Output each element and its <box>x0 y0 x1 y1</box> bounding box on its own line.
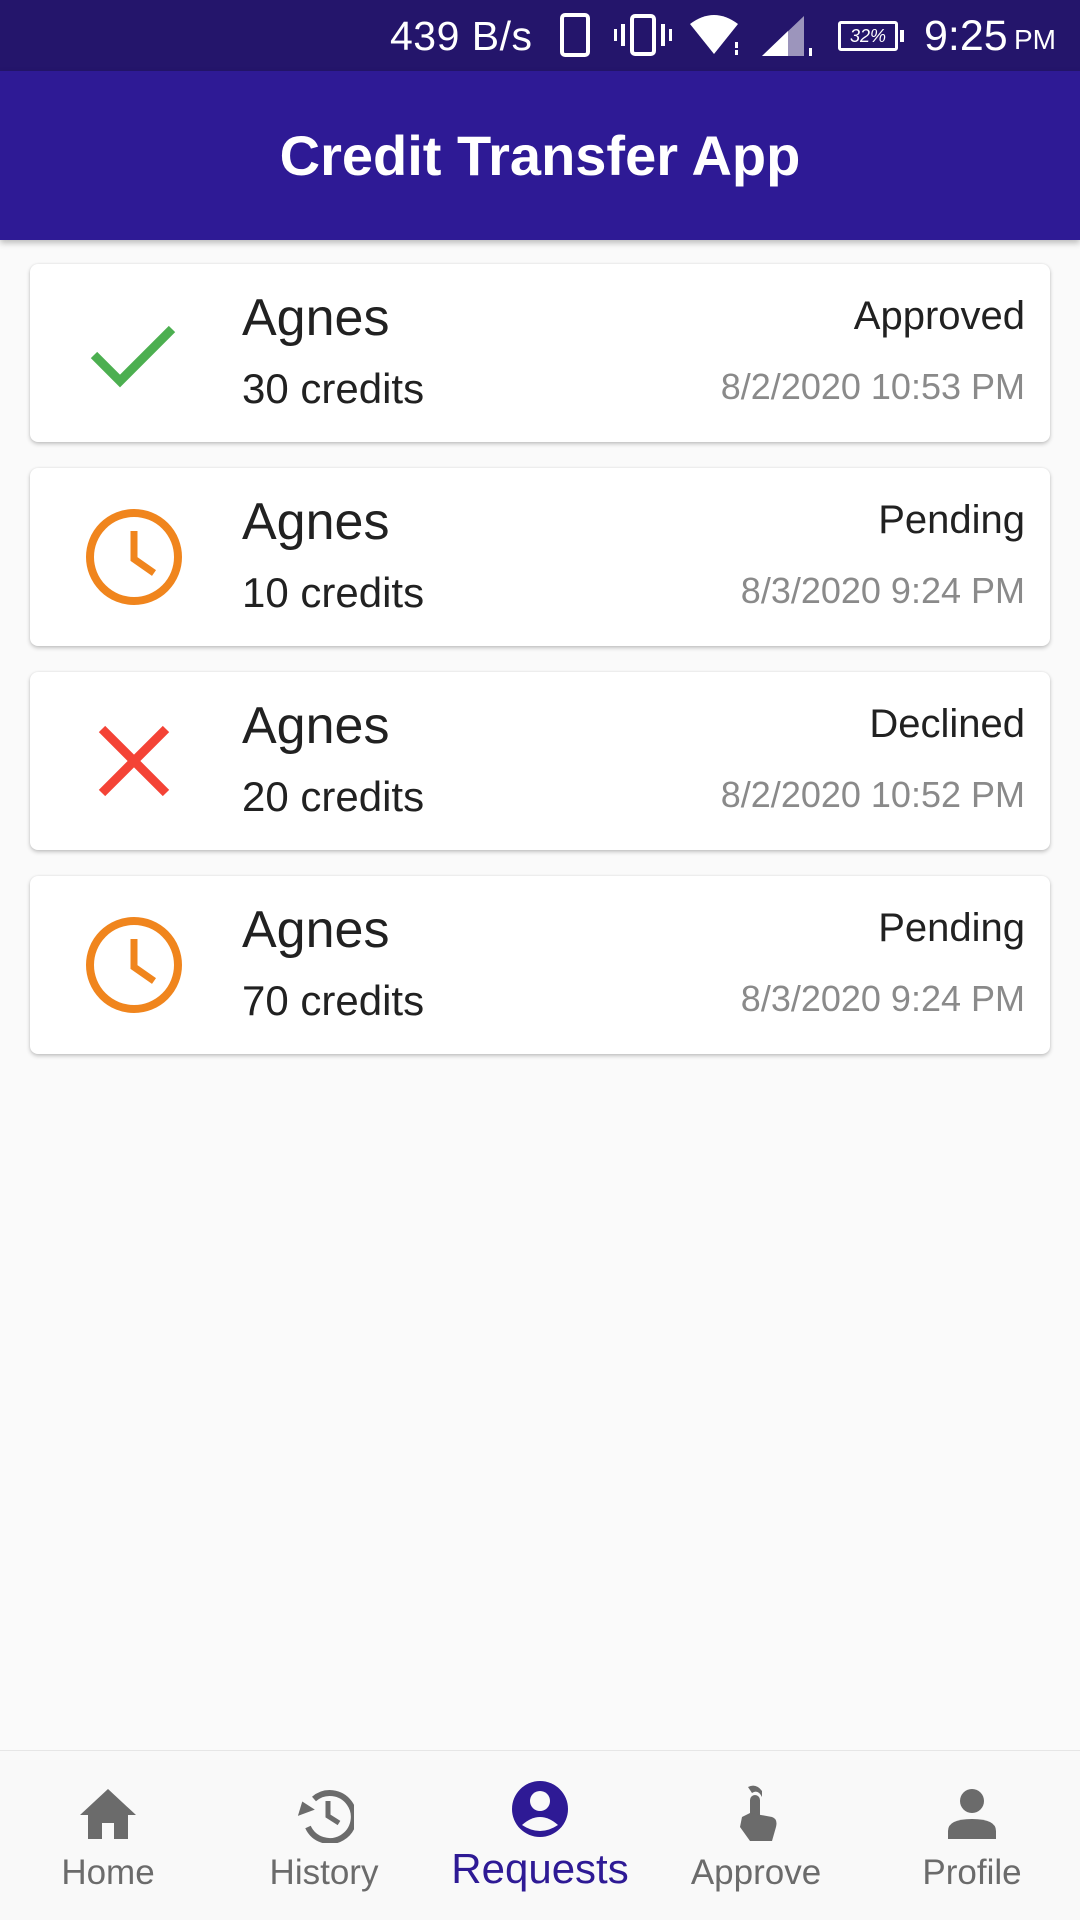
request-date: 8/2/2020 10:53 PM <box>720 366 1025 407</box>
vibrate-icon <box>614 14 672 56</box>
wifi-icon <box>690 15 738 55</box>
clock-icon <box>86 917 182 1013</box>
status-bar: 439 B/s 32% 9:25 PM <box>0 0 1080 71</box>
signal-icon <box>762 16 812 56</box>
request-date: 8/2/2020 10:52 PM <box>720 774 1025 815</box>
request-name: Agnes <box>242 901 390 959</box>
battery-indicator: 32% <box>838 21 904 51</box>
touch-icon <box>740 1785 777 1841</box>
request-card[interactable]: Agnes 20 credits Declined 8/2/2020 10:52… <box>30 672 1050 850</box>
check-icon <box>90 325 176 388</box>
request-card[interactable]: Agnes 10 credits Pending 8/3/2020 9:24 P… <box>30 468 1050 646</box>
request-credits: 70 credits <box>242 977 425 1024</box>
nav-label: Approve <box>690 1853 822 1892</box>
nav-label: Home <box>61 1853 155 1892</box>
request-status: Pending <box>878 498 1025 542</box>
request-name: Agnes <box>242 493 390 551</box>
request-status: Approved <box>853 294 1025 338</box>
nav-profile[interactable]: Profile <box>864 1751 1080 1920</box>
request-credits: 10 credits <box>242 569 425 616</box>
clock-icon <box>86 509 182 605</box>
request-card[interactable]: Agnes 30 credits Approved 8/2/2020 10:53… <box>30 264 1050 442</box>
person-icon <box>948 1789 996 1839</box>
nav-label: Requests <box>451 1845 629 1892</box>
request-list: Agnes 30 credits Approved 8/2/2020 10:53… <box>30 264 1050 1080</box>
clock-time: 9:25 <box>924 12 1008 60</box>
account-circle-icon <box>512 1781 568 1837</box>
nav-history[interactable]: History <box>216 1751 432 1920</box>
phone-icon <box>560 13 590 57</box>
app-bar: Credit Transfer App <box>0 71 1080 240</box>
bottom-navigation: Home History Requests Approve Profile <box>0 1750 1080 1920</box>
nav-requests[interactable]: Requests <box>432 1751 648 1920</box>
history-icon <box>297 1790 354 1843</box>
nav-approve[interactable]: Approve <box>648 1751 864 1920</box>
network-speed: 439 B/s <box>390 13 533 59</box>
app-title: Credit Transfer App <box>279 124 801 187</box>
request-name: Agnes <box>242 289 390 347</box>
nav-label: Profile <box>922 1853 1022 1892</box>
request-date: 8/3/2020 9:24 PM <box>740 570 1025 611</box>
clock-ampm: PM <box>1014 24 1056 55</box>
request-card[interactable]: Agnes 70 credits Pending 8/3/2020 9:24 P… <box>30 876 1050 1054</box>
home-icon <box>80 1789 136 1839</box>
request-date: 8/3/2020 9:24 PM <box>740 978 1025 1019</box>
nav-home[interactable]: Home <box>0 1751 216 1920</box>
request-status: Declined <box>869 702 1025 746</box>
request-credits: 30 credits <box>242 365 425 412</box>
screen: 439 B/s 32% 9:25 PM Credit Transfer App <box>0 0 1080 1920</box>
request-name: Agnes <box>242 697 390 755</box>
request-credits: 20 credits <box>242 773 425 820</box>
nav-label: History <box>269 1853 379 1892</box>
close-icon <box>98 725 170 797</box>
request-status: Pending <box>878 906 1025 950</box>
